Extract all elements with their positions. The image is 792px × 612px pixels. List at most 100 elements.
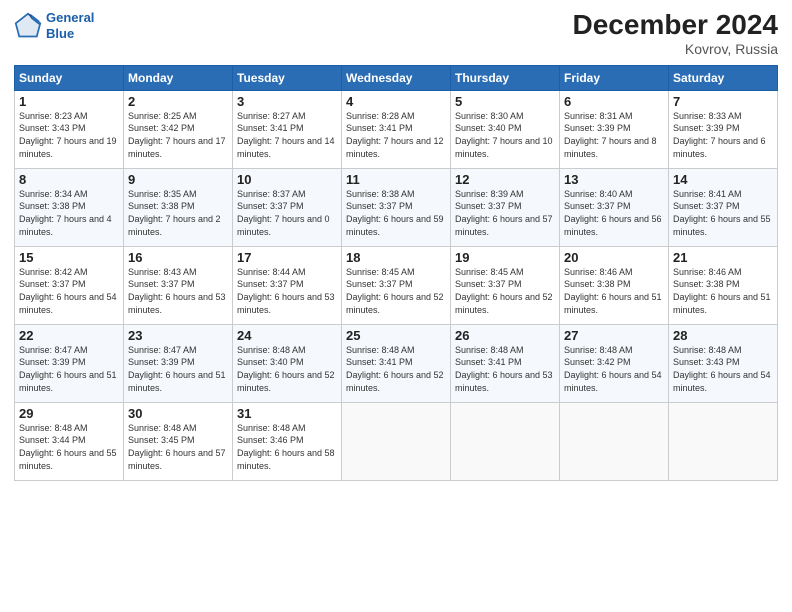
- calendar-subtitle: Kovrov, Russia: [573, 41, 778, 57]
- day-info: Sunrise: 8:48 AM Sunset: 3:41 PM Dayligh…: [455, 344, 555, 394]
- day-cell: 5Sunrise: 8:30 AM Sunset: 3:40 PM Daylig…: [451, 90, 560, 168]
- day-number: 21: [673, 250, 773, 265]
- day-info: Sunrise: 8:27 AM Sunset: 3:41 PM Dayligh…: [237, 110, 337, 160]
- day-number: 14: [673, 172, 773, 187]
- day-info: Sunrise: 8:48 AM Sunset: 3:45 PM Dayligh…: [128, 422, 228, 472]
- day-number: 5: [455, 94, 555, 109]
- day-cell: 23Sunrise: 8:47 AM Sunset: 3:39 PM Dayli…: [124, 324, 233, 402]
- weekday-header-tuesday: Tuesday: [233, 65, 342, 90]
- day-number: 13: [564, 172, 664, 187]
- day-number: 18: [346, 250, 446, 265]
- day-info: Sunrise: 8:46 AM Sunset: 3:38 PM Dayligh…: [673, 266, 773, 316]
- weekday-header-friday: Friday: [560, 65, 669, 90]
- day-cell: 11Sunrise: 8:38 AM Sunset: 3:37 PM Dayli…: [342, 168, 451, 246]
- day-cell: 1Sunrise: 8:23 AM Sunset: 3:43 PM Daylig…: [15, 90, 124, 168]
- day-cell: 15Sunrise: 8:42 AM Sunset: 3:37 PM Dayli…: [15, 246, 124, 324]
- day-cell: 2Sunrise: 8:25 AM Sunset: 3:42 PM Daylig…: [124, 90, 233, 168]
- day-number: 2: [128, 94, 228, 109]
- day-info: Sunrise: 8:47 AM Sunset: 3:39 PM Dayligh…: [128, 344, 228, 394]
- day-info: Sunrise: 8:45 AM Sunset: 3:37 PM Dayligh…: [455, 266, 555, 316]
- day-info: Sunrise: 8:38 AM Sunset: 3:37 PM Dayligh…: [346, 188, 446, 238]
- day-cell: 13Sunrise: 8:40 AM Sunset: 3:37 PM Dayli…: [560, 168, 669, 246]
- day-number: 4: [346, 94, 446, 109]
- day-number: 16: [128, 250, 228, 265]
- weekday-header-thursday: Thursday: [451, 65, 560, 90]
- day-info: Sunrise: 8:30 AM Sunset: 3:40 PM Dayligh…: [455, 110, 555, 160]
- day-info: Sunrise: 8:48 AM Sunset: 3:46 PM Dayligh…: [237, 422, 337, 472]
- day-cell: 24Sunrise: 8:48 AM Sunset: 3:40 PM Dayli…: [233, 324, 342, 402]
- day-cell: [342, 402, 451, 480]
- day-info: Sunrise: 8:42 AM Sunset: 3:37 PM Dayligh…: [19, 266, 119, 316]
- day-info: Sunrise: 8:33 AM Sunset: 3:39 PM Dayligh…: [673, 110, 773, 160]
- day-cell: 22Sunrise: 8:47 AM Sunset: 3:39 PM Dayli…: [15, 324, 124, 402]
- day-cell: 12Sunrise: 8:39 AM Sunset: 3:37 PM Dayli…: [451, 168, 560, 246]
- day-info: Sunrise: 8:43 AM Sunset: 3:37 PM Dayligh…: [128, 266, 228, 316]
- day-number: 31: [237, 406, 337, 421]
- day-info: Sunrise: 8:48 AM Sunset: 3:41 PM Dayligh…: [346, 344, 446, 394]
- day-cell: [560, 402, 669, 480]
- day-cell: 19Sunrise: 8:45 AM Sunset: 3:37 PM Dayli…: [451, 246, 560, 324]
- day-cell: 7Sunrise: 8:33 AM Sunset: 3:39 PM Daylig…: [669, 90, 778, 168]
- weekday-header-sunday: Sunday: [15, 65, 124, 90]
- day-info: Sunrise: 8:47 AM Sunset: 3:39 PM Dayligh…: [19, 344, 119, 394]
- day-cell: 28Sunrise: 8:48 AM Sunset: 3:43 PM Dayli…: [669, 324, 778, 402]
- logo-line1: General: [46, 10, 94, 25]
- day-info: Sunrise: 8:25 AM Sunset: 3:42 PM Dayligh…: [128, 110, 228, 160]
- header: General Blue December 2024 Kovrov, Russi…: [14, 10, 778, 57]
- day-info: Sunrise: 8:41 AM Sunset: 3:37 PM Dayligh…: [673, 188, 773, 238]
- weekday-header-saturday: Saturday: [669, 65, 778, 90]
- day-cell: 30Sunrise: 8:48 AM Sunset: 3:45 PM Dayli…: [124, 402, 233, 480]
- day-info: Sunrise: 8:45 AM Sunset: 3:37 PM Dayligh…: [346, 266, 446, 316]
- day-number: 8: [19, 172, 119, 187]
- day-cell: 4Sunrise: 8:28 AM Sunset: 3:41 PM Daylig…: [342, 90, 451, 168]
- day-cell: 16Sunrise: 8:43 AM Sunset: 3:37 PM Dayli…: [124, 246, 233, 324]
- week-row-2: 8Sunrise: 8:34 AM Sunset: 3:38 PM Daylig…: [15, 168, 778, 246]
- day-cell: 27Sunrise: 8:48 AM Sunset: 3:42 PM Dayli…: [560, 324, 669, 402]
- day-number: 23: [128, 328, 228, 343]
- day-info: Sunrise: 8:34 AM Sunset: 3:38 PM Dayligh…: [19, 188, 119, 238]
- day-cell: 25Sunrise: 8:48 AM Sunset: 3:41 PM Dayli…: [342, 324, 451, 402]
- day-number: 22: [19, 328, 119, 343]
- day-number: 19: [455, 250, 555, 265]
- day-info: Sunrise: 8:28 AM Sunset: 3:41 PM Dayligh…: [346, 110, 446, 160]
- day-info: Sunrise: 8:35 AM Sunset: 3:38 PM Dayligh…: [128, 188, 228, 238]
- day-cell: 18Sunrise: 8:45 AM Sunset: 3:37 PM Dayli…: [342, 246, 451, 324]
- day-cell: 9Sunrise: 8:35 AM Sunset: 3:38 PM Daylig…: [124, 168, 233, 246]
- main-container: General Blue December 2024 Kovrov, Russi…: [0, 0, 792, 489]
- weekday-header-row: SundayMondayTuesdayWednesdayThursdayFrid…: [15, 65, 778, 90]
- day-info: Sunrise: 8:48 AM Sunset: 3:40 PM Dayligh…: [237, 344, 337, 394]
- day-cell: [669, 402, 778, 480]
- week-row-1: 1Sunrise: 8:23 AM Sunset: 3:43 PM Daylig…: [15, 90, 778, 168]
- day-number: 29: [19, 406, 119, 421]
- week-row-4: 22Sunrise: 8:47 AM Sunset: 3:39 PM Dayli…: [15, 324, 778, 402]
- day-info: Sunrise: 8:48 AM Sunset: 3:42 PM Dayligh…: [564, 344, 664, 394]
- day-cell: 6Sunrise: 8:31 AM Sunset: 3:39 PM Daylig…: [560, 90, 669, 168]
- day-cell: [451, 402, 560, 480]
- logo-line2: Blue: [46, 26, 74, 41]
- day-cell: 21Sunrise: 8:46 AM Sunset: 3:38 PM Dayli…: [669, 246, 778, 324]
- weekday-header-wednesday: Wednesday: [342, 65, 451, 90]
- day-cell: 17Sunrise: 8:44 AM Sunset: 3:37 PM Dayli…: [233, 246, 342, 324]
- logo-icon: [14, 12, 42, 40]
- calendar-title: December 2024: [573, 10, 778, 41]
- day-number: 15: [19, 250, 119, 265]
- week-row-3: 15Sunrise: 8:42 AM Sunset: 3:37 PM Dayli…: [15, 246, 778, 324]
- day-info: Sunrise: 8:23 AM Sunset: 3:43 PM Dayligh…: [19, 110, 119, 160]
- day-number: 25: [346, 328, 446, 343]
- day-number: 27: [564, 328, 664, 343]
- day-info: Sunrise: 8:48 AM Sunset: 3:43 PM Dayligh…: [673, 344, 773, 394]
- day-cell: 10Sunrise: 8:37 AM Sunset: 3:37 PM Dayli…: [233, 168, 342, 246]
- day-info: Sunrise: 8:46 AM Sunset: 3:38 PM Dayligh…: [564, 266, 664, 316]
- day-cell: 14Sunrise: 8:41 AM Sunset: 3:37 PM Dayli…: [669, 168, 778, 246]
- day-info: Sunrise: 8:48 AM Sunset: 3:44 PM Dayligh…: [19, 422, 119, 472]
- day-number: 9: [128, 172, 228, 187]
- weekday-header-monday: Monday: [124, 65, 233, 90]
- day-info: Sunrise: 8:37 AM Sunset: 3:37 PM Dayligh…: [237, 188, 337, 238]
- day-number: 24: [237, 328, 337, 343]
- day-number: 28: [673, 328, 773, 343]
- day-number: 17: [237, 250, 337, 265]
- day-info: Sunrise: 8:44 AM Sunset: 3:37 PM Dayligh…: [237, 266, 337, 316]
- logo: General Blue: [14, 10, 94, 41]
- day-info: Sunrise: 8:39 AM Sunset: 3:37 PM Dayligh…: [455, 188, 555, 238]
- day-cell: 20Sunrise: 8:46 AM Sunset: 3:38 PM Dayli…: [560, 246, 669, 324]
